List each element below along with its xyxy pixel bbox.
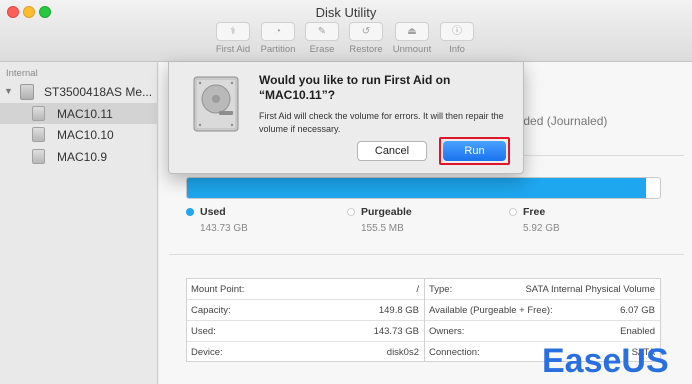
sidebar-item-volume[interactable]: MAC10.9 [0, 146, 158, 167]
info-key: Owners: [429, 326, 465, 337]
info-value: 143.73 GB [373, 326, 419, 337]
toolbar-info-button[interactable]: ⓘ Info [435, 22, 479, 55]
info-key: Mount Point: [191, 284, 245, 295]
toolbar-label: First Aid [215, 44, 251, 55]
easeus-logo: EaseUS [542, 342, 669, 380]
info-row-used: Used: 143.73 GB [187, 321, 424, 342]
info-value: disk0s2 [386, 347, 419, 358]
disk-utility-window: Disk Utility ⚕ First Aid ◔ Partition ✎ E… [0, 0, 692, 384]
used-color-dot [186, 208, 194, 216]
disk-name: ST3500418AS Me... [44, 85, 153, 99]
toolbar-erase-button[interactable]: ✎ Erase [300, 22, 344, 55]
sidebar-section-label: Internal [6, 68, 38, 79]
volume-icon [32, 149, 45, 164]
divider [169, 254, 684, 255]
purgeable-color-dot [347, 208, 355, 216]
easeus-watermark: EaseUS [540, 338, 690, 380]
legend-size: 155.5 MB [361, 223, 404, 234]
toolbar-label: Erase [309, 44, 335, 55]
info-row-type: Type: SATA Internal Physical Volume [425, 279, 660, 300]
volume-name: MAC10.11 [57, 107, 113, 121]
info-key: Available (Purgeable + Free): [429, 305, 553, 316]
disclosure-triangle-icon[interactable]: ▼ [4, 86, 13, 96]
info-row-available: Available (Purgeable + Free): 6.07 GB [425, 300, 660, 321]
info-key: Capacity: [191, 305, 231, 316]
hard-drive-icon [193, 76, 239, 132]
erase-icon: ✎ [305, 22, 339, 41]
hard-disk-icon [20, 84, 34, 100]
usage-bar-used-fill [187, 178, 646, 198]
volume-icon [32, 106, 45, 121]
titlebar: Disk Utility ⚕ First Aid ◔ Partition ✎ E… [0, 0, 692, 62]
dialog-message: First Aid will check the volume for erro… [259, 111, 504, 134]
toolbar-partition-button[interactable]: ◔ Partition [256, 22, 300, 55]
volume-format-text: ended (Journaled) [510, 114, 608, 128]
legend-size: 143.73 GB [200, 223, 248, 234]
info-value: Enabled [620, 326, 655, 337]
restore-icon: ↺ [349, 22, 383, 41]
toolbar-label: Unmount [392, 44, 432, 55]
info-icon: ⓘ [440, 22, 474, 41]
first-aid-icon: ⚕ [216, 22, 250, 41]
toolbar-unmount-button[interactable]: ⏏ Unmount [390, 22, 434, 55]
legend-label: Purgeable [361, 206, 412, 218]
toolbar-label: Restore [349, 44, 383, 55]
volume-icon [32, 127, 45, 142]
volume-name: MAC10.10 [57, 128, 114, 142]
svg-text:EaseUS: EaseUS [542, 342, 669, 380]
toolbar-label: Info [449, 44, 465, 55]
sidebar-item-volume[interactable]: MAC10.10 [0, 124, 158, 145]
unmount-icon: ⏏ [395, 22, 429, 41]
sidebar: Internal ▼ ST3500418AS Me... MAC10.11 MA… [0, 62, 158, 384]
info-value: 149.8 GB [378, 305, 419, 316]
info-key: Used: [191, 326, 216, 337]
window-title: Disk Utility [315, 5, 377, 20]
info-row-mount-point: Mount Point: / [187, 279, 424, 300]
toolbar-first-aid-button[interactable]: ⚕ First Aid [211, 22, 255, 55]
info-value: SATA Internal Physical Volume [525, 284, 655, 295]
info-key: Device: [191, 347, 223, 358]
storage-usage-bar [186, 177, 661, 199]
legend-label: Free [523, 206, 546, 218]
info-value: 6.07 GB [620, 305, 655, 316]
info-key: Type: [429, 284, 453, 295]
toolbar-restore-button[interactable]: ↺ Restore [344, 22, 388, 55]
free-color-dot [509, 208, 517, 216]
run-button[interactable]: Run [443, 141, 506, 161]
sidebar-item-volume[interactable]: MAC10.11 [0, 103, 158, 124]
legend-label: Used [200, 206, 226, 218]
volume-name: MAC10.9 [57, 150, 108, 164]
info-row-capacity: Capacity: 149.8 GB [187, 300, 424, 321]
first-aid-confirm-dialog: Would you like to run First Aid on “MAC1… [168, 62, 524, 174]
info-value: / [416, 284, 419, 295]
info-key: Connection: [429, 347, 480, 358]
legend-size: 5.92 GB [523, 223, 560, 234]
info-row-device: Device: disk0s2 [187, 342, 424, 363]
cancel-button[interactable]: Cancel [357, 141, 427, 161]
toolbar-label: Partition [260, 44, 296, 55]
partition-icon: ◔ [261, 22, 295, 41]
dialog-title: Would you like to run First Aid on “MAC1… [259, 73, 451, 102]
sidebar-item-disk[interactable]: ▼ ST3500418AS Me... [0, 81, 158, 105]
